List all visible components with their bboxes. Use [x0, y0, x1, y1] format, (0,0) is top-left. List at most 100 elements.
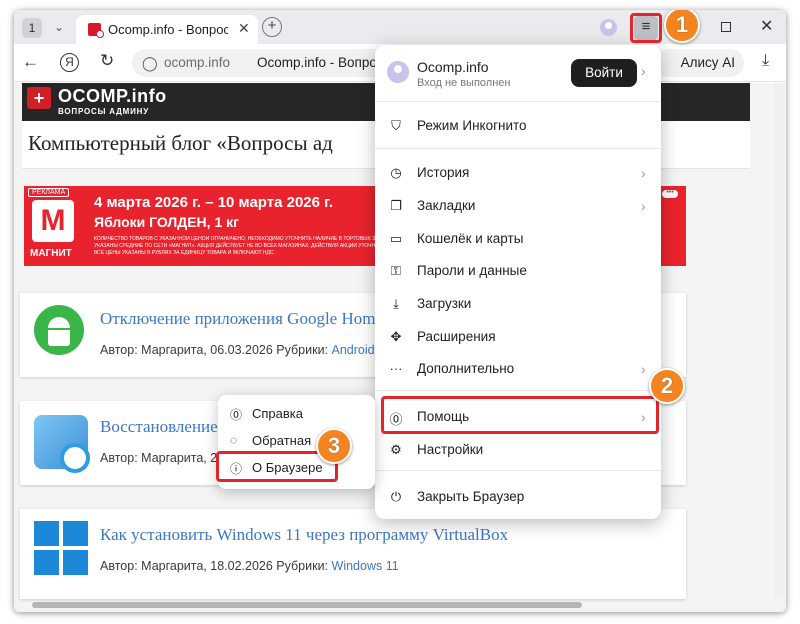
- account-status: Вход не выполнен: [417, 77, 511, 89]
- step-badge-2: 2: [649, 368, 685, 404]
- menu-divider: [375, 148, 661, 149]
- passwords-icon: ⚿: [391, 263, 401, 278]
- menu-item-downloads[interactable]: ⤓ Загрузки: [375, 288, 661, 320]
- menu-item-passwords[interactable]: ⚿ Пароли и данные: [375, 255, 661, 287]
- horizontal-scrollbar-thumb[interactable]: [32, 602, 582, 608]
- tab-title: Ocomp.info - Вопросы: [108, 22, 228, 37]
- tab-close-icon[interactable]: ✕: [238, 20, 250, 37]
- logo-cross-icon: +: [27, 87, 51, 109]
- new-tab-button[interactable]: +: [262, 17, 282, 37]
- site-favicon-icon: [88, 23, 104, 38]
- chevron-right-icon: ›: [641, 165, 646, 181]
- article-meta: Автор: Маргарита, 2: [100, 451, 217, 465]
- window-close-icon[interactable]: ✕: [760, 16, 773, 36]
- article-card[interactable]: Как установить Windows 11 через программ…: [20, 509, 686, 599]
- reload-icon[interactable]: ↻: [100, 51, 114, 71]
- account-avatar-icon: [387, 61, 409, 83]
- menu-item-extensions[interactable]: ✥ Расширения: [375, 321, 661, 353]
- site-logo-text[interactable]: OCOMP.info: [58, 86, 167, 107]
- tab-count-button[interactable]: 1: [22, 18, 42, 38]
- url-host: ocomp.info: [164, 55, 231, 70]
- menu-divider: [375, 390, 661, 391]
- menu-item-label: Дополнительно: [417, 361, 515, 376]
- site-logo-tagline: ВОПРОСЫ АДМИНУ: [58, 107, 149, 116]
- ad-brand: МАГНИТ: [30, 248, 72, 259]
- power-icon: ⏻: [390, 489, 402, 504]
- article-meta-text: Автор: Маргарита, 06.03.2026 Рубрики:: [100, 343, 332, 357]
- wallet-icon: ▭: [389, 231, 403, 246]
- menu-divider: [375, 101, 661, 102]
- ad-more-icon[interactable]: •••: [662, 189, 678, 198]
- submenu-item-label: Обратная: [252, 433, 312, 448]
- menu-item-bookmarks[interactable]: ❐ Закладки ›: [375, 190, 661, 222]
- alice-button[interactable]: Алису AI: [654, 49, 744, 77]
- shield-icon[interactable]: ◯: [142, 55, 158, 72]
- menu-item-history[interactable]: ◷ История ›: [375, 157, 661, 189]
- menu-item-close-browser[interactable]: ⏻ Закрыть Браузер: [375, 481, 661, 513]
- android-body: [48, 330, 70, 346]
- chevron-right-icon: ›: [641, 198, 646, 214]
- yandex-icon[interactable]: Я: [60, 53, 79, 72]
- more-icon: ···: [389, 361, 403, 376]
- menu-divider: [375, 470, 661, 471]
- download-icon[interactable]: ⤓: [762, 52, 769, 70]
- article-title[interactable]: Восстановление: [100, 417, 218, 437]
- login-button[interactable]: Войти: [571, 59, 637, 87]
- downloads-icon: ⤓: [393, 296, 399, 311]
- profile-icon[interactable]: [600, 19, 617, 36]
- ad-label: РЕКЛАМА: [28, 188, 70, 197]
- article-meta: Автор: Маргарита, 18.02.2026 Рубрики: Wi…: [100, 559, 399, 573]
- browser-menu: Ocomp.info Вход не выполнен Войти › ⛉ Ре…: [375, 45, 661, 519]
- article-meta: Автор: Маргарита, 06.03.2026 Рубрики: An…: [100, 343, 375, 357]
- tab-list-chevron-icon[interactable]: ⌄: [50, 18, 68, 36]
- chevron-right-icon: ›: [641, 361, 646, 377]
- menu-item-settings[interactable]: ⚙ Настройки: [375, 434, 661, 466]
- android-head: [48, 317, 70, 328]
- menu-item-label: Закрыть Браузер: [417, 489, 525, 504]
- incognito-icon: ⛉: [391, 118, 401, 133]
- horizontal-scrollbar[interactable]: [22, 601, 778, 609]
- article-category-link[interactable]: Windows 11: [332, 559, 399, 573]
- submenu-item-label: Справка: [252, 406, 303, 421]
- menu-item-label: Настройки: [417, 442, 484, 457]
- menu-item-incognito[interactable]: ⛉ Режим Инкогнито: [375, 110, 661, 142]
- ad-subheadline: Яблоки ГОЛДЕН, 1 кг: [94, 214, 239, 230]
- account-name: Ocomp.info: [417, 59, 489, 75]
- tab-active[interactable]: Ocomp.info - Вопросы ✕: [76, 15, 258, 44]
- windows-11-icon: [34, 521, 88, 575]
- settings-icon: ⚙: [390, 442, 402, 457]
- menu-item-label: Загрузки: [417, 296, 472, 311]
- feedback-icon: ◌: [230, 433, 238, 447]
- android-icon: [34, 305, 84, 355]
- article-meta-text: Автор: Маргарита, 18.02.2026 Рубрики:: [100, 559, 332, 573]
- menu-item-wallet[interactable]: ▭ Кошелёк и карты: [375, 223, 661, 255]
- menu-item-label: Закладки: [417, 198, 476, 213]
- chevron-right-icon[interactable]: ›: [641, 63, 646, 79]
- vertical-scrollbar[interactable]: [774, 83, 784, 598]
- article-title[interactable]: Отключение приложения Google Home: [100, 309, 383, 329]
- software-icon: [34, 415, 90, 473]
- menu-item-label: Пароли и данные: [417, 263, 527, 278]
- extensions-icon: ✥: [390, 329, 402, 344]
- highlight-help-item: [381, 396, 659, 434]
- step-badge-3: 3: [316, 428, 352, 464]
- submenu-item-help[interactable]: ⓪ Справка: [218, 401, 375, 427]
- maximize-icon[interactable]: [721, 22, 731, 32]
- article-title[interactable]: Как установить Windows 11 через программ…: [100, 525, 508, 545]
- magnit-logo-icon: М: [32, 200, 74, 242]
- blog-title: Компьютерный блог «Вопросы ад: [28, 131, 333, 155]
- menu-item-label: Расширения: [417, 329, 496, 344]
- menu-item-label: Кошелёк и карты: [417, 231, 524, 246]
- browser-window: 1 ⌄ Ocomp.info - Вопросы ✕ + ≡ — ✕ ← Я ↻…: [14, 10, 786, 612]
- bookmarks-icon: ❐: [390, 198, 402, 213]
- history-icon: ◷: [390, 165, 402, 180]
- article-meta-text: Автор: Маргарита, 2: [100, 451, 218, 465]
- article-category-link[interactable]: Android: [332, 343, 375, 357]
- highlight-menu-button: [630, 13, 662, 43]
- help-icon: ⓪: [230, 408, 243, 422]
- menu-item-label: Режим Инкогнито: [417, 118, 527, 133]
- ad-headline: 4 марта 2026 г. – 10 марта 2026 г.: [94, 194, 334, 211]
- menu-item-more[interactable]: ··· Дополнительно ›: [375, 353, 661, 385]
- back-arrow-icon[interactable]: ←: [22, 52, 39, 72]
- menu-item-label: История: [417, 165, 470, 180]
